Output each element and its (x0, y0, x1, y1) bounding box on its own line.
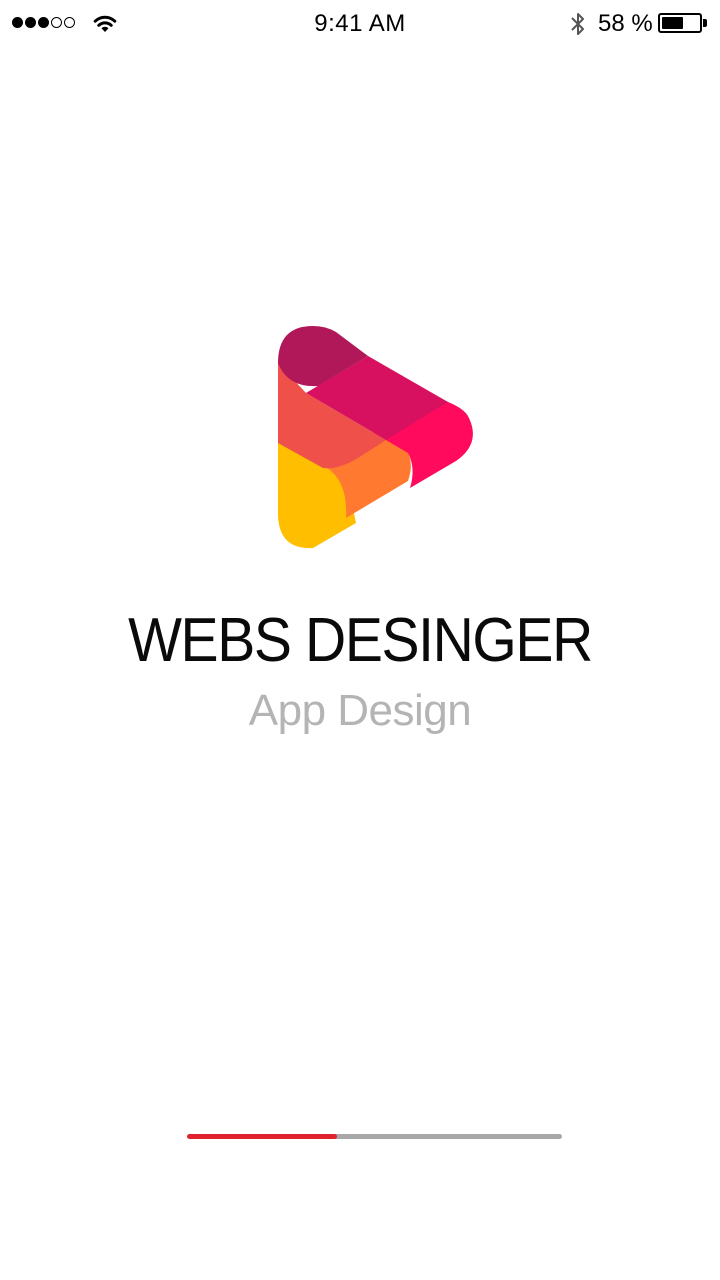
battery-icon (658, 13, 702, 33)
loading-progress-bar (187, 1134, 562, 1139)
app-subtitle: App Design (248, 686, 472, 735)
loading-progress-fill (187, 1134, 337, 1139)
play-triangle-logo (278, 326, 473, 549)
battery-tip (703, 19, 707, 27)
bluetooth-icon (571, 13, 584, 35)
battery-level-fill (662, 17, 683, 29)
app-title: WEBS DESINGER (128, 606, 593, 675)
splash-screen: 9:41 AM 58 % WEBS DESINGER App Design (0, 0, 720, 1280)
battery-percentage: 58 % (598, 10, 653, 37)
status-bar: 9:41 AM 58 % (0, 0, 720, 48)
